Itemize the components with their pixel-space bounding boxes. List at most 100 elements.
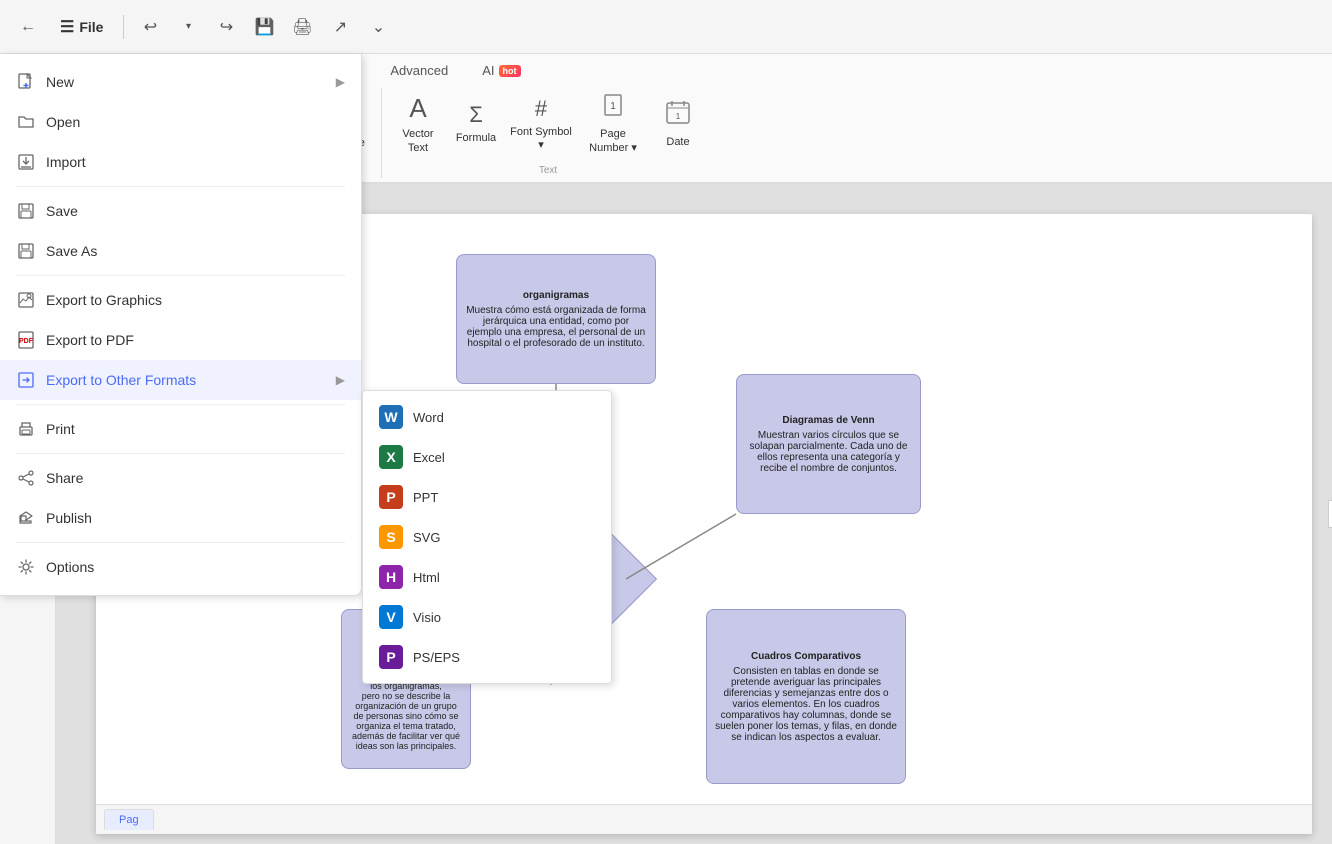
divider-3	[16, 404, 345, 405]
menu-item-save[interactable]: Save	[0, 191, 361, 231]
redo-button[interactable]: ↪	[210, 11, 242, 43]
more-button[interactable]: ⌄	[362, 11, 394, 43]
menu-item-export-graphics[interactable]: Export to Graphics	[0, 280, 361, 320]
visio-label: Visio	[413, 610, 441, 625]
print-menu-icon	[16, 419, 36, 439]
cuadros-shape: Cuadros Comparativos Consisten en tablas…	[706, 609, 906, 784]
menu-item-export-pdf[interactable]: PDF Export to PDF	[0, 320, 361, 360]
pseps-icon: P	[379, 645, 403, 669]
page-tab-1[interactable]: Pag	[104, 809, 154, 830]
undo-chevron-icon: ▾	[186, 21, 191, 32]
file-menu: New ▶ Open Import Save Save As Ex	[0, 54, 362, 596]
html-label: Html	[413, 570, 440, 585]
submenu-excel[interactable]: X Excel	[363, 437, 611, 477]
text-group: A Vector Text Σ Formula # Font Symbol ▾ …	[386, 88, 710, 178]
date-icon: 1	[665, 99, 691, 132]
excel-label: Excel	[413, 450, 445, 465]
menu-item-save-as[interactable]: Save As	[0, 231, 361, 271]
export-other-icon	[16, 370, 36, 390]
new-arrow-icon: ▶	[336, 75, 345, 89]
menu-open-label: Open	[46, 114, 80, 130]
more-chevron-icon: ⌄	[372, 17, 385, 37]
redo-icon: ↪	[220, 17, 233, 37]
vector-text-icon: A	[409, 93, 426, 124]
font-symbol-button[interactable]: # Font Symbol ▾	[506, 88, 576, 160]
organigramas-shape: organigramas Muestra cómo está organizad…	[456, 254, 656, 384]
font-symbol-label: Font Symbol ▾	[510, 126, 572, 152]
submenu-svg[interactable]: S SVG	[363, 517, 611, 557]
export-pdf-icon: PDF	[16, 330, 36, 350]
vector-text-label: Vector Text	[394, 128, 442, 154]
top-bar: ← ☰ File ↩ ▾ ↪ 💾 🖨 ↗ ⌄	[0, 0, 1332, 54]
menu-item-open[interactable]: Open	[0, 102, 361, 142]
menu-export-other-label: Export to Other Formats	[46, 372, 196, 388]
export-other-arrow-icon: ▶	[336, 373, 345, 387]
venn-shape: Diagramas de Venn Muestran varios círcul…	[736, 374, 921, 514]
undo-dropdown-button[interactable]: ▾	[172, 11, 204, 43]
page-number-icon: 1	[601, 93, 625, 124]
menu-import-label: Import	[46, 154, 86, 170]
save-as-icon	[16, 241, 36, 261]
share-icon	[16, 468, 36, 488]
divider-2	[16, 275, 345, 276]
svg-icon: S	[379, 525, 403, 549]
tab-advanced[interactable]: Advanced	[374, 57, 464, 86]
tab-ai[interactable]: AI hot	[466, 57, 536, 86]
submenu-html[interactable]: H Html	[363, 557, 611, 597]
menu-share-label: Share	[46, 470, 83, 486]
menu-new-label: New	[46, 74, 74, 90]
word-icon: W	[379, 405, 403, 429]
hamburger-icon: ☰	[60, 17, 74, 37]
save-icon: 💾	[255, 17, 275, 37]
menu-options-label: Options	[46, 559, 94, 575]
file-label: File	[79, 19, 103, 35]
menu-item-options[interactable]: Options	[0, 547, 361, 587]
back-button[interactable]: ←	[12, 11, 44, 43]
text-items: A Vector Text Σ Formula # Font Symbol ▾ …	[390, 88, 706, 163]
ai-badge: hot	[499, 65, 521, 77]
undo-icon: ↩	[144, 17, 157, 37]
vector-text-button[interactable]: A Vector Text	[390, 88, 446, 160]
file-menu-button[interactable]: ☰ File	[50, 13, 113, 41]
menu-item-new[interactable]: New ▶	[0, 62, 361, 102]
word-label: Word	[413, 410, 444, 425]
svg-text:PDF: PDF	[19, 338, 34, 345]
visio-icon: V	[379, 605, 403, 629]
submenu-visio[interactable]: V Visio	[363, 597, 611, 637]
menu-item-print[interactable]: Print	[0, 409, 361, 449]
print-button[interactable]: 🖨	[286, 11, 318, 43]
menu-item-share[interactable]: Share	[0, 458, 361, 498]
page-number-label: Page Number ▾	[582, 128, 644, 154]
svg-text:1: 1	[676, 112, 681, 121]
undo-button[interactable]: ↩	[134, 11, 166, 43]
date-label: Date	[666, 136, 689, 149]
submenu-pseps[interactable]: P PS/EPS	[363, 637, 611, 677]
submenu-ppt[interactable]: P PPT	[363, 477, 611, 517]
menu-item-publish[interactable]: Publish	[0, 498, 361, 538]
publish-icon	[16, 508, 36, 528]
html-icon: H	[379, 565, 403, 589]
share-export-button[interactable]: ↗	[324, 11, 356, 43]
formula-button[interactable]: Σ Formula	[448, 88, 504, 160]
import-icon	[16, 152, 36, 172]
divider-5	[16, 542, 345, 543]
separator-1	[123, 15, 124, 39]
pseps-label: PS/EPS	[413, 650, 460, 665]
submenu-word[interactable]: W Word	[363, 397, 611, 437]
save-button[interactable]: 💾	[248, 11, 280, 43]
formula-label: Formula	[456, 132, 496, 145]
open-icon	[16, 112, 36, 132]
font-symbol-icon: #	[535, 96, 547, 122]
date-button[interactable]: 1 Date	[650, 88, 706, 160]
svg-label: SVG	[413, 530, 440, 545]
menu-item-import[interactable]: Import	[0, 142, 361, 182]
menu-save-label: Save	[46, 203, 78, 219]
back-icon: ←	[20, 18, 36, 36]
divider-4	[16, 453, 345, 454]
export-submenu: W Word X Excel P PPT S SVG H Html V Visi…	[362, 390, 612, 684]
menu-item-export-other[interactable]: Export to Other Formats ▶	[0, 360, 361, 400]
text-group-label: Text	[390, 163, 706, 178]
new-icon	[16, 72, 36, 92]
page-number-button[interactable]: 1 Page Number ▾	[578, 88, 648, 160]
panel-collapse-button[interactable]: »	[1328, 500, 1332, 528]
